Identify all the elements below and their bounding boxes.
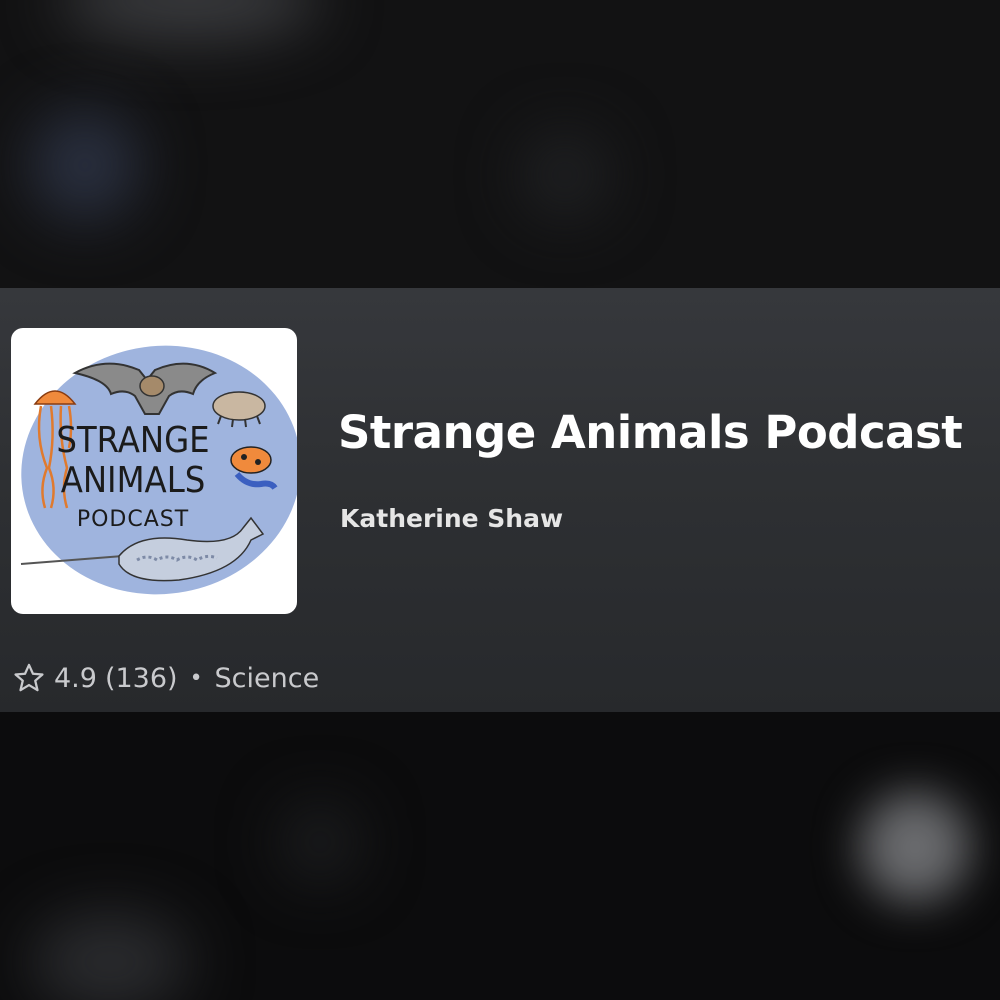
artwork-line-3: PODCAST [77,507,189,532]
podcast-meta-row: 4.9 (136) • Science [12,660,319,696]
artwork-line-1: STRANGE [56,420,209,461]
blurred-background-top [0,0,1000,288]
blurred-background-bottom [0,712,1000,1000]
podcast-artwork[interactable]: STRANGE ANIMALS PODCAST [11,328,297,614]
star-outline-icon [14,663,44,692]
meta-separator: • [189,665,203,691]
category-label[interactable]: Science [215,663,320,694]
podcast-author[interactable]: Katherine Shaw [340,504,563,533]
artwork-illustration: STRANGE ANIMALS PODCAST [20,345,297,595]
rating-value: 4.9 [54,662,97,694]
podcast-title[interactable]: Strange Animals Podcast [338,406,963,459]
artwork-line-2: ANIMALS [61,460,206,501]
rating-count: (136) [104,662,178,694]
podcast-header-card[interactable]: STRANGE ANIMALS PODCAST Strange Animals … [0,288,1000,712]
